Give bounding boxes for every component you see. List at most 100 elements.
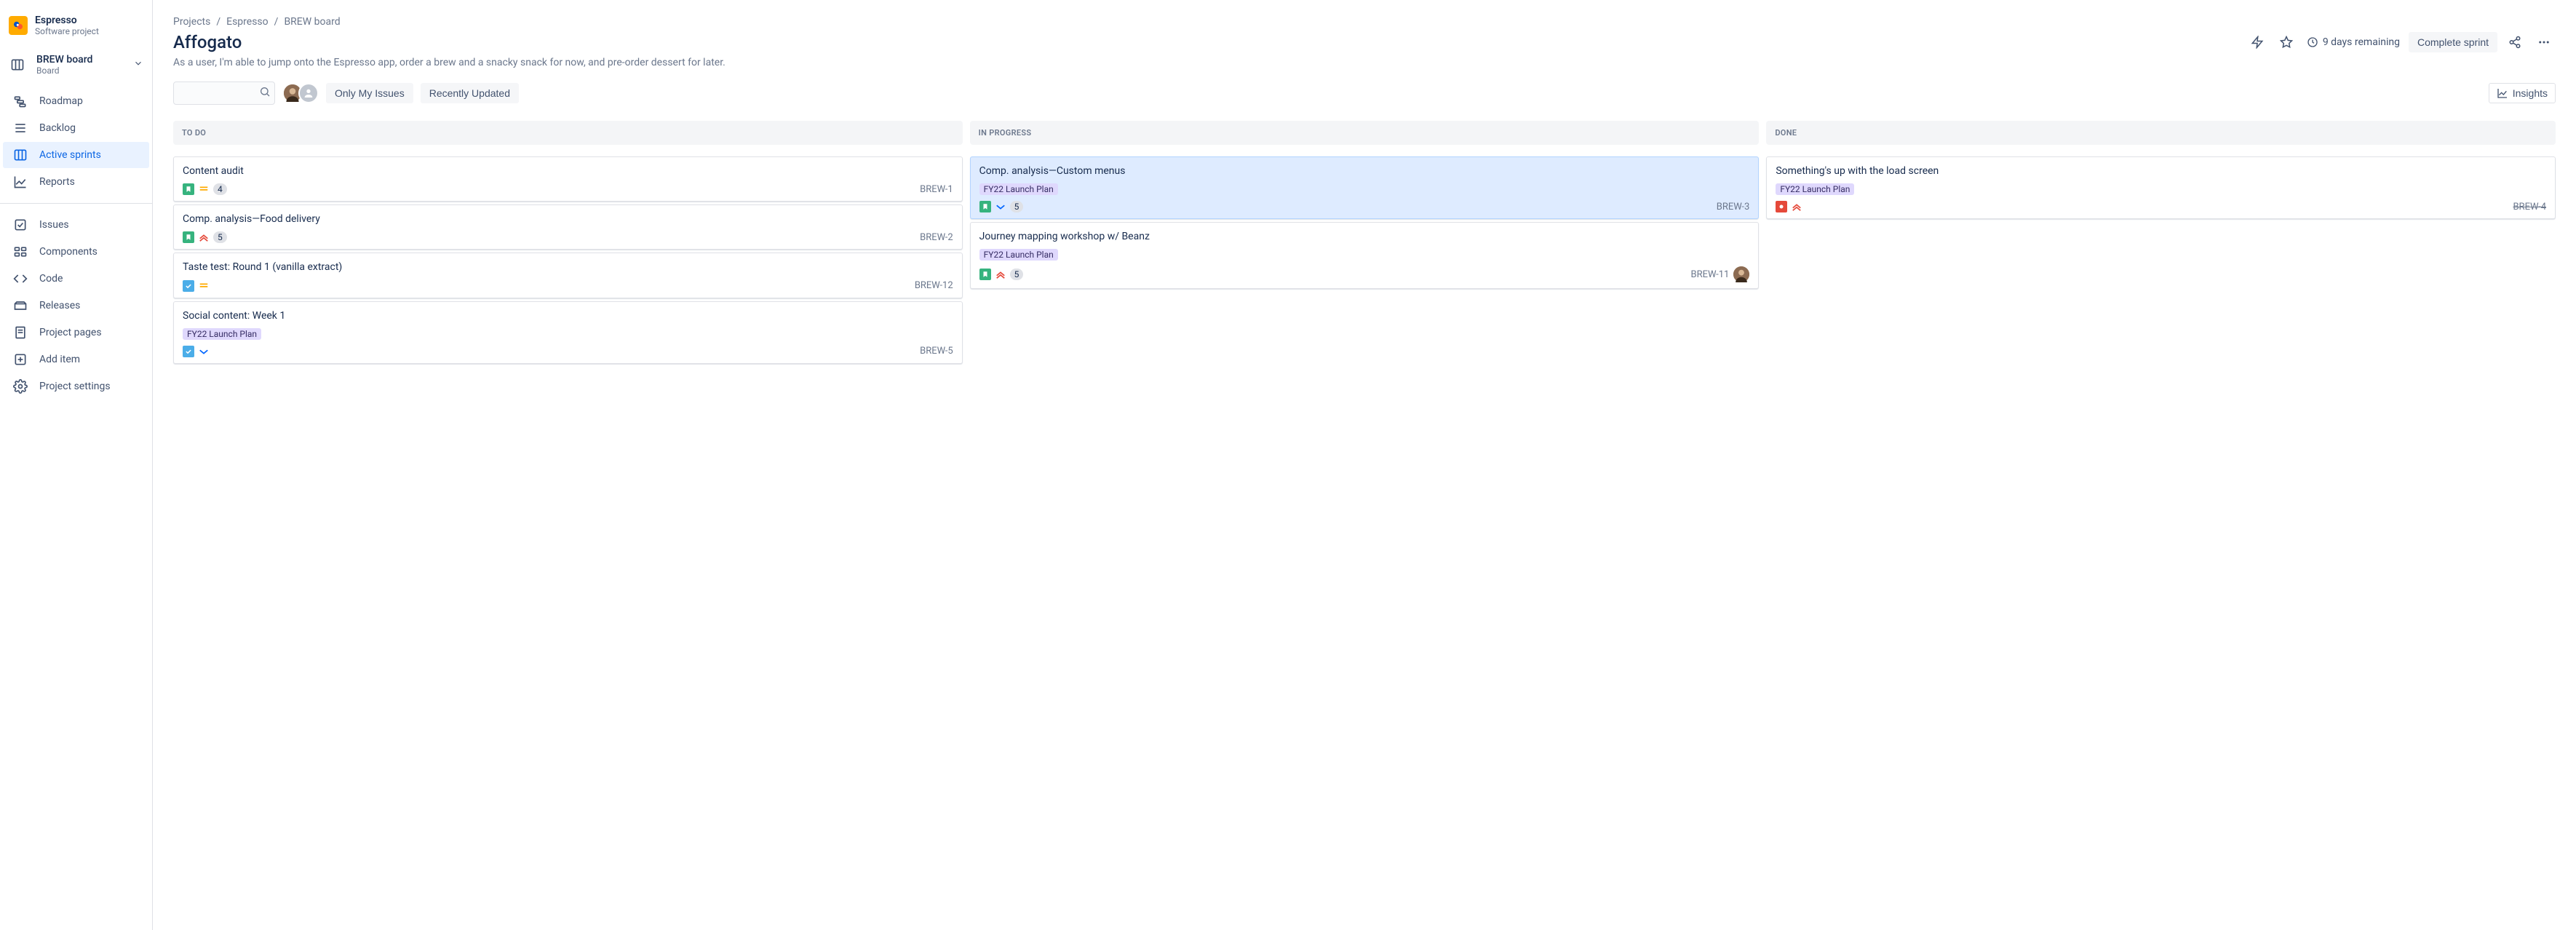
board-selector[interactable]: BREW board Board xyxy=(0,49,152,84)
share-icon[interactable] xyxy=(2503,31,2527,54)
nav-item-issues[interactable]: Issues xyxy=(3,212,149,238)
issue-card[interactable]: Journey mapping workshop w/ BeanzFY22 La… xyxy=(970,222,1760,289)
story-points-badge: 4 xyxy=(213,183,227,195)
issue-key: BREW-3 xyxy=(1717,202,1750,212)
breadcrumb-separator: / xyxy=(274,16,279,28)
avatar-group[interactable] xyxy=(282,83,319,103)
board-icon xyxy=(9,57,26,72)
insights-button[interactable]: Insights xyxy=(2489,83,2556,103)
complete-sprint-button[interactable]: Complete sprint xyxy=(2409,32,2497,52)
assignee-avatar[interactable] xyxy=(1733,266,1749,282)
board-name: BREW board xyxy=(36,54,123,65)
breadcrumb-item[interactable]: Projects xyxy=(173,16,210,28)
breadcrumb-item[interactable]: BREW board xyxy=(284,16,340,28)
nav-label: Issues xyxy=(39,219,69,231)
nav-secondary: Issues Components Code Releases Project … xyxy=(0,208,152,403)
recently-updated-button[interactable]: Recently Updated xyxy=(421,83,519,103)
card-list: Content audit 4 BREW-1 Comp. analysis—Fo… xyxy=(173,156,963,364)
nav-item-project-pages[interactable]: Project pages xyxy=(3,319,149,346)
only-my-issues-button[interactable]: Only My Issues xyxy=(326,83,413,103)
nav-label: Code xyxy=(39,273,63,285)
nav-label: Project pages xyxy=(39,327,102,338)
issue-card[interactable]: Something's up with the load screenFY22 … xyxy=(1766,156,2556,219)
issue-key: BREW-2 xyxy=(920,232,953,243)
nav-item-active-sprints[interactable]: Active sprints xyxy=(3,142,149,168)
column-todo: TO DO Content audit 4 BREW-1 Comp. analys… xyxy=(173,121,963,364)
priority-medium-icon xyxy=(199,281,209,291)
card-title: Content audit xyxy=(183,164,953,178)
header-actions: 9 days remaining Complete sprint xyxy=(2246,31,2556,54)
search-icon xyxy=(259,86,271,100)
story-type-icon xyxy=(183,231,194,243)
nav-item-project-settings[interactable]: Project settings xyxy=(3,373,149,400)
nav-item-releases[interactable]: Releases xyxy=(3,293,149,319)
nav-item-backlog[interactable]: Backlog xyxy=(3,115,149,141)
issue-card[interactable]: Content audit 4 BREW-1 xyxy=(173,156,963,202)
nav-item-roadmap[interactable]: Roadmap xyxy=(3,88,149,114)
star-icon[interactable] xyxy=(2275,31,2298,54)
card-list: Something's up with the load screenFY22 … xyxy=(1766,156,2556,219)
settings-icon xyxy=(12,379,29,394)
card-title: Comp. analysis—Food delivery xyxy=(183,212,953,226)
nav-label: Releases xyxy=(39,300,80,311)
avatar[interactable] xyxy=(298,83,319,103)
column-inprogress: IN PROGRESS Comp. analysis—Custom menusFY… xyxy=(970,121,1760,364)
column-header: TO DO xyxy=(173,121,963,145)
nav-item-components[interactable]: Components xyxy=(3,239,149,265)
insights-icon xyxy=(2497,87,2508,99)
roadmap-icon xyxy=(12,94,29,108)
priority-high-icon xyxy=(1792,202,1802,212)
project-header[interactable]: Espresso Software project xyxy=(0,15,152,49)
story-type-icon xyxy=(183,183,194,195)
breadcrumb-separator: / xyxy=(216,16,220,28)
card-title: Journey mapping workshop w/ Beanz xyxy=(979,230,1750,243)
issue-key: BREW-1 xyxy=(920,184,953,195)
chevron-down-icon xyxy=(133,58,143,71)
insights-label: Insights xyxy=(2513,87,2548,99)
nav-label: Reports xyxy=(39,176,75,188)
nav-label: Roadmap xyxy=(39,95,83,107)
card-list: Comp. analysis—Custom menusFY22 Launch P… xyxy=(970,156,1760,289)
nav-label: Components xyxy=(39,246,98,258)
nav-primary: Roadmap Backlog Active sprints Reports xyxy=(0,84,152,199)
issue-card[interactable]: Social content: Week 1FY22 Launch Plan B… xyxy=(173,301,963,364)
main-content: Projects/Espresso/BREW board Affogato 9 … xyxy=(153,0,2576,930)
issue-key: BREW-12 xyxy=(915,280,953,291)
issue-card[interactable]: Comp. analysis—Food delivery 5 BREW-2 xyxy=(173,204,963,250)
nav-item-code[interactable]: Code xyxy=(3,266,149,292)
board: TO DO Content audit 4 BREW-1 Comp. analys… xyxy=(173,121,2556,364)
backlog-icon xyxy=(12,121,29,135)
pages-icon xyxy=(12,325,29,340)
more-icon[interactable] xyxy=(2532,31,2556,54)
project-subtitle: Software project xyxy=(35,26,99,36)
nav-item-add-item[interactable]: Add item xyxy=(3,346,149,373)
nav-label: Project settings xyxy=(39,381,111,392)
card-title: Social content: Week 1 xyxy=(183,309,953,322)
card-title: Something's up with the load screen xyxy=(1776,164,2546,178)
issue-card[interactable]: Taste test: Round 1 (vanilla extract) BR… xyxy=(173,253,963,298)
story-type-icon xyxy=(979,269,991,280)
story-points-badge: 5 xyxy=(1010,269,1024,280)
clock-icon xyxy=(2307,36,2318,48)
card-title: Taste test: Round 1 (vanilla extract) xyxy=(183,261,953,274)
issue-card[interactable]: Comp. analysis—Custom menusFY22 Launch P… xyxy=(970,156,1760,219)
issue-key: BREW-11 xyxy=(1690,269,1729,280)
task-type-icon xyxy=(183,280,194,292)
priority-low-icon xyxy=(199,346,209,357)
priority-low-icon xyxy=(995,202,1006,212)
board-type: Board xyxy=(36,65,123,76)
days-remaining-text: 9 days remaining xyxy=(2323,36,2400,48)
nav-label: Active sprints xyxy=(39,149,101,161)
nav-item-reports[interactable]: Reports xyxy=(3,169,149,195)
issue-key: BREW-4 xyxy=(2513,202,2546,212)
priority-high-icon xyxy=(995,269,1006,279)
automation-icon[interactable] xyxy=(2246,31,2269,54)
nav-label: Backlog xyxy=(39,122,76,134)
releases-icon xyxy=(12,298,29,313)
column-done: DONESomething's up with the load screenF… xyxy=(1766,121,2556,364)
breadcrumb-item[interactable]: Espresso xyxy=(226,16,269,28)
column-header: IN PROGRESS xyxy=(970,121,1760,145)
story-type-icon xyxy=(979,201,991,212)
card-title: Comp. analysis—Custom menus xyxy=(979,164,1750,178)
project-title: Espresso xyxy=(35,15,99,26)
